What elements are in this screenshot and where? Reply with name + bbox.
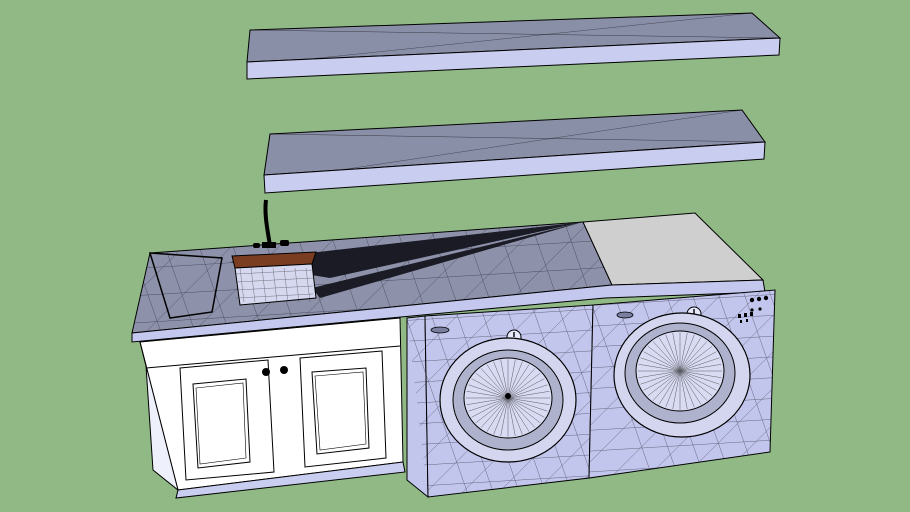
3d-model-render [0,0,910,512]
model-viewport[interactable] [0,0,910,512]
vanity-cabinet [139,317,406,499]
knob-icon [280,366,288,374]
sink [231,251,317,306]
knob-icon [262,368,270,376]
